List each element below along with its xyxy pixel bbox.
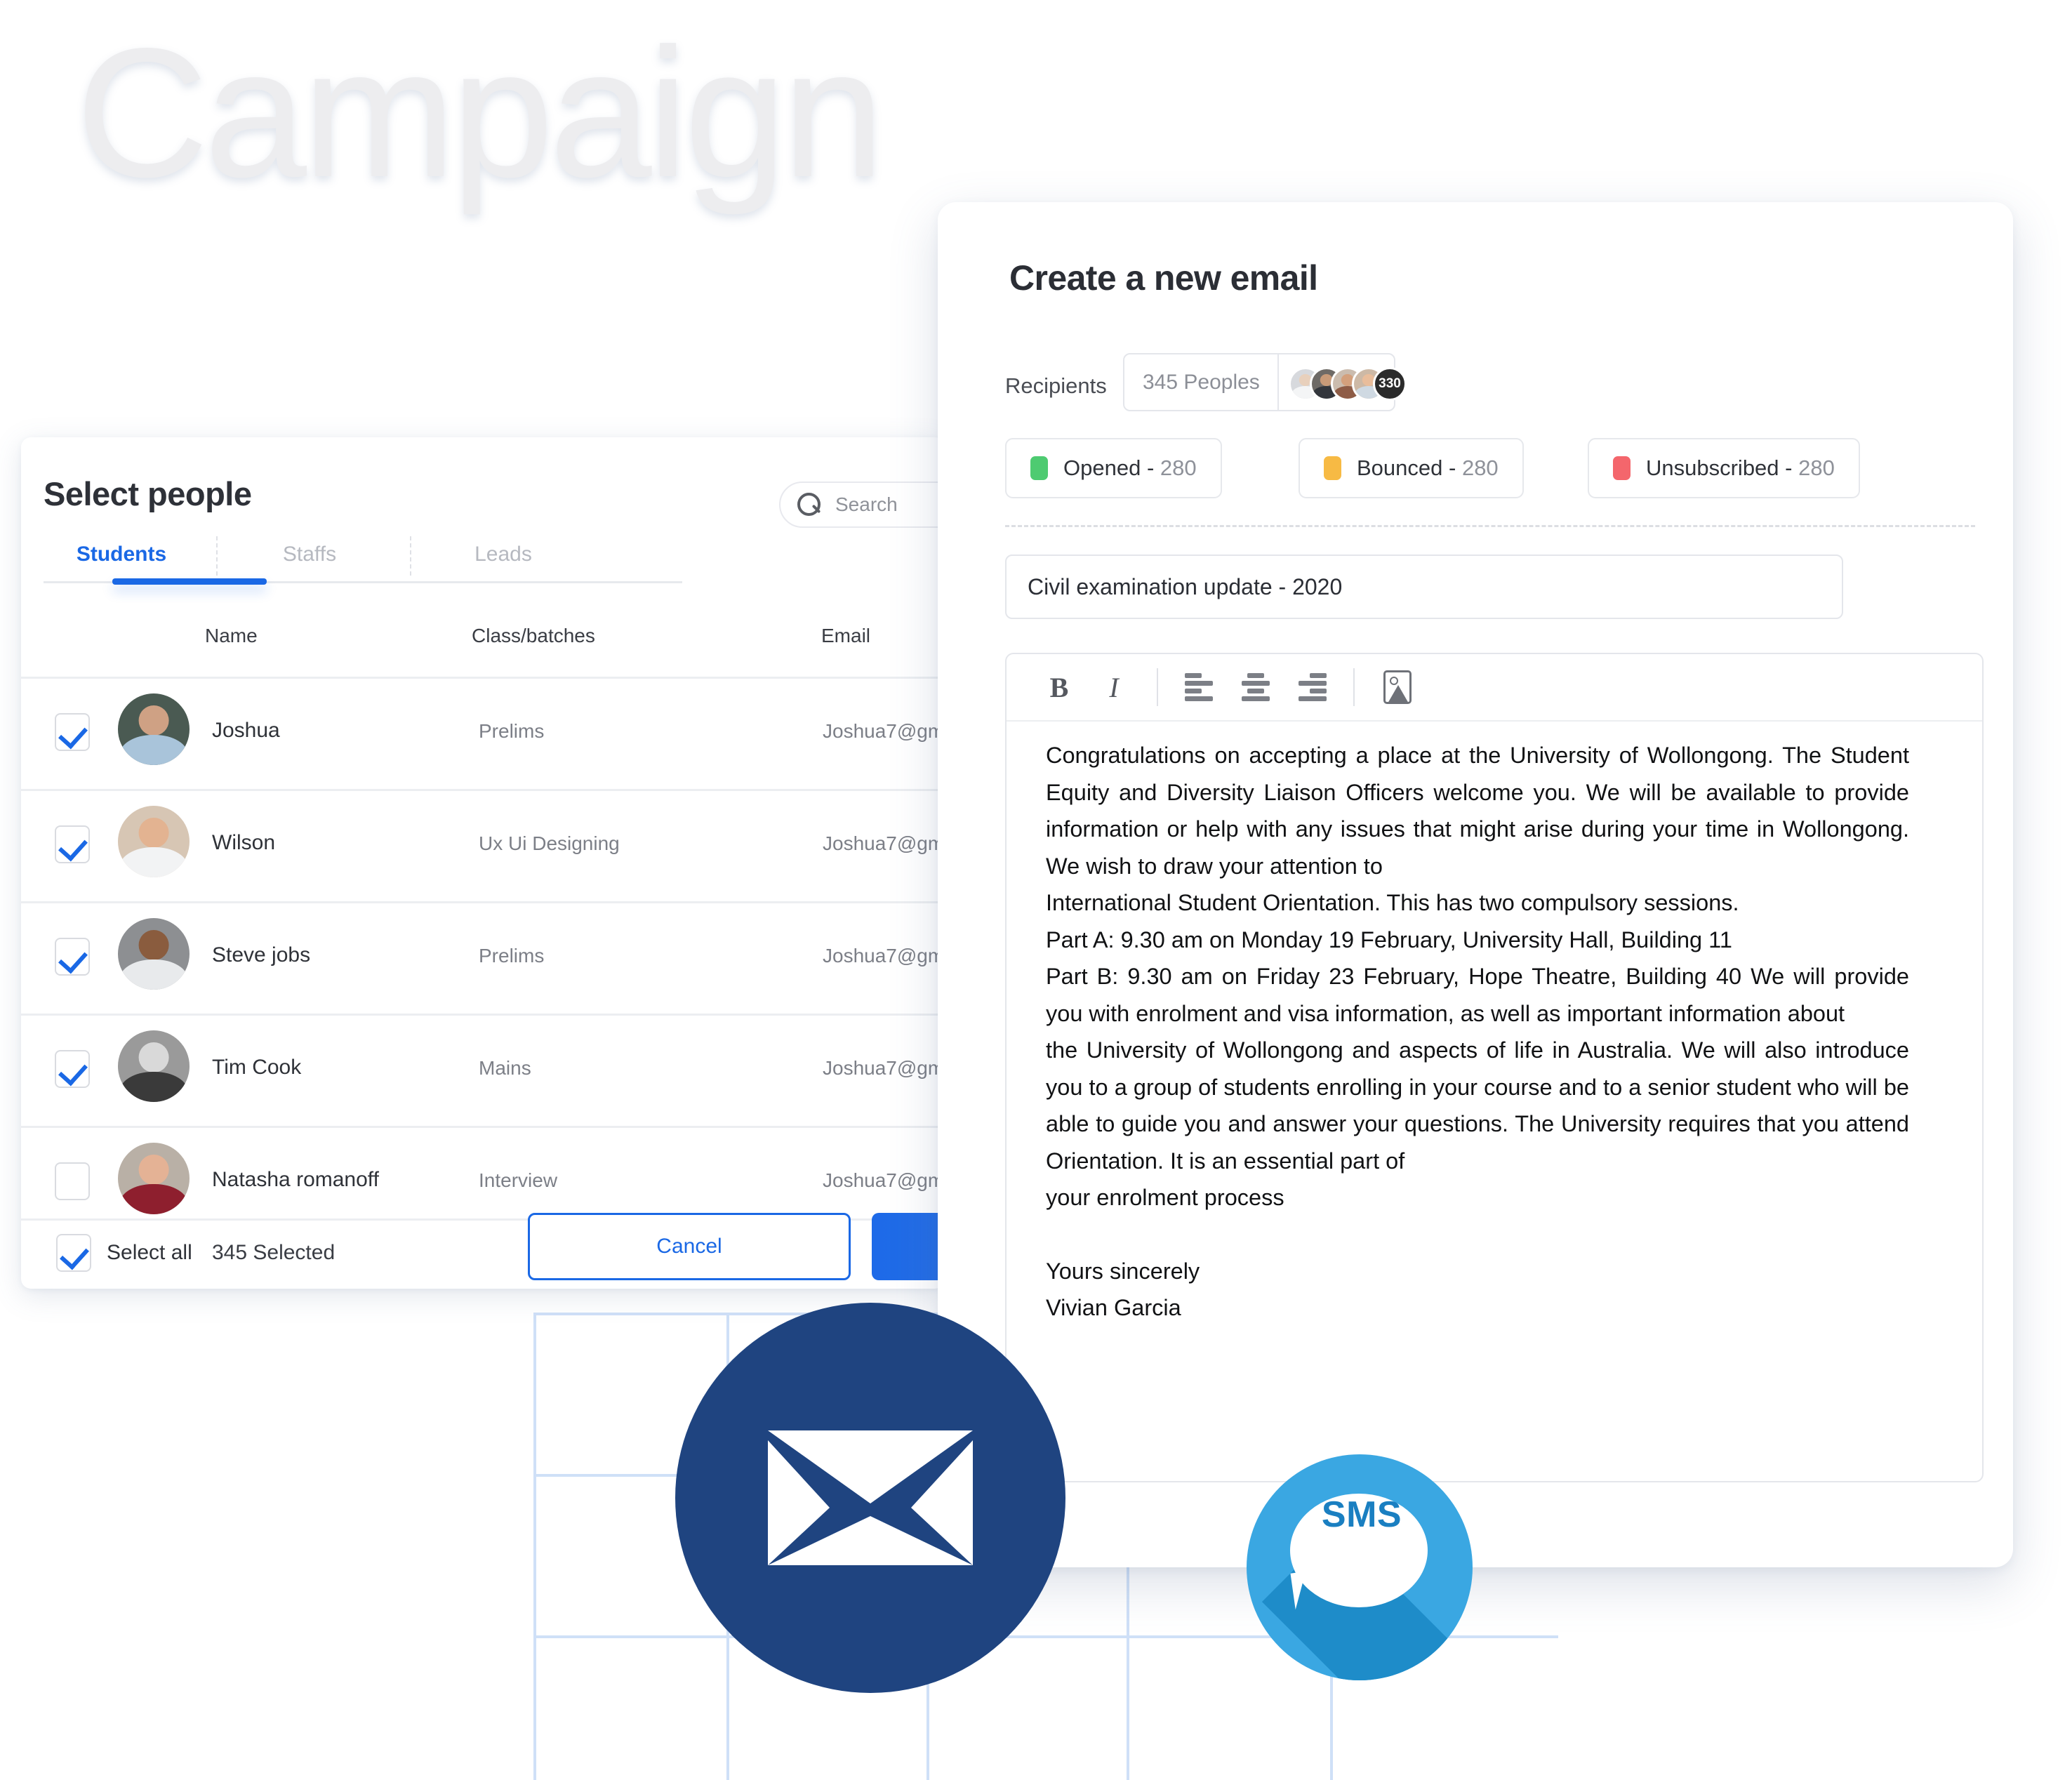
avatar [118,1143,190,1214]
column-header-email: Email [821,625,871,646]
stats-chip-row: Opened - 280 Bounced - 280 Unsubscribed … [1005,438,1974,498]
table-row[interactable]: Steve jobs Prelims Joshua7@gma [21,903,955,1014]
editor-toolbar: B I [1007,654,1982,722]
tab-active-indicator [112,578,267,585]
subject-input[interactable]: Civil examination update - 2020 [1005,554,1843,619]
avatar-overflow-badge: 330 [1373,367,1407,401]
row-email: Joshua7@gma [823,945,955,967]
row-checkbox[interactable] [55,1050,90,1088]
status-badge-label: Unsubscribed - 280 [1646,456,1835,480]
sms-label: SMS [1321,1494,1402,1535]
status-color-swatch [1030,456,1048,480]
italic-icon[interactable]: I [1087,663,1141,712]
body-paragraph: Congratulations on accepting a place at … [1046,743,1909,879]
row-email: Joshua7@gma [823,1057,955,1079]
table-row[interactable]: Joshua Prelims Joshua7@gm [21,678,945,789]
table-row[interactable]: Tim Cook Mains Joshua7@gma [21,1015,955,1126]
selected-count: 345 Selected [212,1241,336,1264]
tab-separator [216,536,218,576]
column-header-class: Class/batches [472,625,595,646]
avatar [118,693,190,765]
recipients-label: Recipients [1005,373,1107,398]
recipients-field[interactable]: 345 Peoples 330 [1123,353,1407,411]
screenshot-root: Campaign Select people Students Staffs L… [0,0,2072,1780]
signature-name: Vivian Garcia [1046,1295,1181,1320]
column-header-name: Name [205,625,258,646]
row-name: Natasha romanoff [212,1168,379,1191]
status-color-swatch [1324,456,1341,480]
bold-icon[interactable]: B [1032,663,1087,712]
recipient-avatar-stack[interactable]: 330 [1279,354,1407,410]
align-center-icon[interactable] [1228,663,1283,712]
table-header: Name Class/batches Email [21,625,945,677]
select-all-label: Select all [107,1241,192,1264]
row-checkbox[interactable] [55,713,90,751]
body-paragraph: the University of Wollongong and aspects… [1046,1037,1909,1174]
align-left-icon[interactable] [1174,663,1228,712]
body-paragraph: International Student Orientation. This … [1046,890,1739,915]
email-body-editor[interactable]: B I Congratulations on accepting a place… [1005,653,1984,1482]
sms-bubble-icon: SMS [1247,1454,1473,1680]
row-name: Joshua [212,719,280,742]
signoff-line: Yours sincerely [1046,1258,1200,1284]
row-name: Wilson [212,831,276,854]
search-placeholder: Search [835,493,898,515]
avatar [118,918,190,990]
toolbar-divider [1353,668,1355,706]
tab-bar: Students Staffs Leads [44,533,682,591]
row-class: Prelims [479,945,545,967]
status-badge-label: Bounced - 280 [1357,456,1499,480]
email-envelope-icon [675,1303,1065,1693]
status-badge-opened[interactable]: Opened - 280 [1005,438,1222,498]
row-class: Ux Ui Designing [479,832,620,854]
align-right-icon[interactable] [1283,663,1338,712]
tab-separator [410,536,411,576]
row-checkbox[interactable] [55,1162,90,1200]
watermark-text: Campaign [76,10,884,215]
section-divider [1005,525,1975,527]
status-color-swatch [1613,456,1631,480]
row-email: Joshua7@gma [823,832,955,854]
row-name: Steve jobs [212,943,311,967]
insert-image-icon[interactable] [1370,663,1425,712]
status-badge-bounced[interactable]: Bounced - 280 [1299,438,1524,498]
body-paragraph: Part B: 9.30 am on Friday 23 February, H… [1046,964,1909,1026]
tab-leads[interactable]: Leads [425,533,581,576]
row-class: Prelims [479,720,545,742]
status-badge-unsubscribed[interactable]: Unsubscribed - 280 [1588,438,1860,498]
row-email: Joshua7@gm [823,720,945,742]
tab-students[interactable]: Students [44,533,199,576]
search-icon [797,493,821,517]
body-paragraph: Part A: 9.30 am on Monday 19 February, U… [1046,926,1732,952]
status-badge-label: Opened - 280 [1063,456,1197,480]
page-title: Select people [44,475,252,512]
cancel-button[interactable]: Cancel [528,1213,851,1280]
row-class: Mains [479,1057,531,1079]
toolbar-divider [1157,668,1158,706]
row-checkbox[interactable] [55,938,90,976]
avatar [118,1030,190,1102]
avatar [118,806,190,877]
tab-staffs[interactable]: Staffs [232,533,387,576]
email-body-text[interactable]: Congratulations on accepting a place at … [1046,737,1909,1327]
table-row[interactable]: Wilson Ux Ui Designing Joshua7@gma [21,790,955,901]
row-class: Interview [479,1169,558,1191]
row-email: Joshua7@gma [823,1169,955,1191]
row-checkbox[interactable] [55,825,90,863]
body-paragraph: your enrolment process [1046,1185,1284,1210]
email-panel-title: Create a new email [1009,258,1318,298]
recipients-value[interactable]: 345 Peoples [1124,354,1277,410]
panel-footer: Select all 345 Selected Cancel [21,1213,1054,1289]
row-name: Tim Cook [212,1056,302,1079]
select-all-checkbox[interactable] [56,1234,91,1272]
